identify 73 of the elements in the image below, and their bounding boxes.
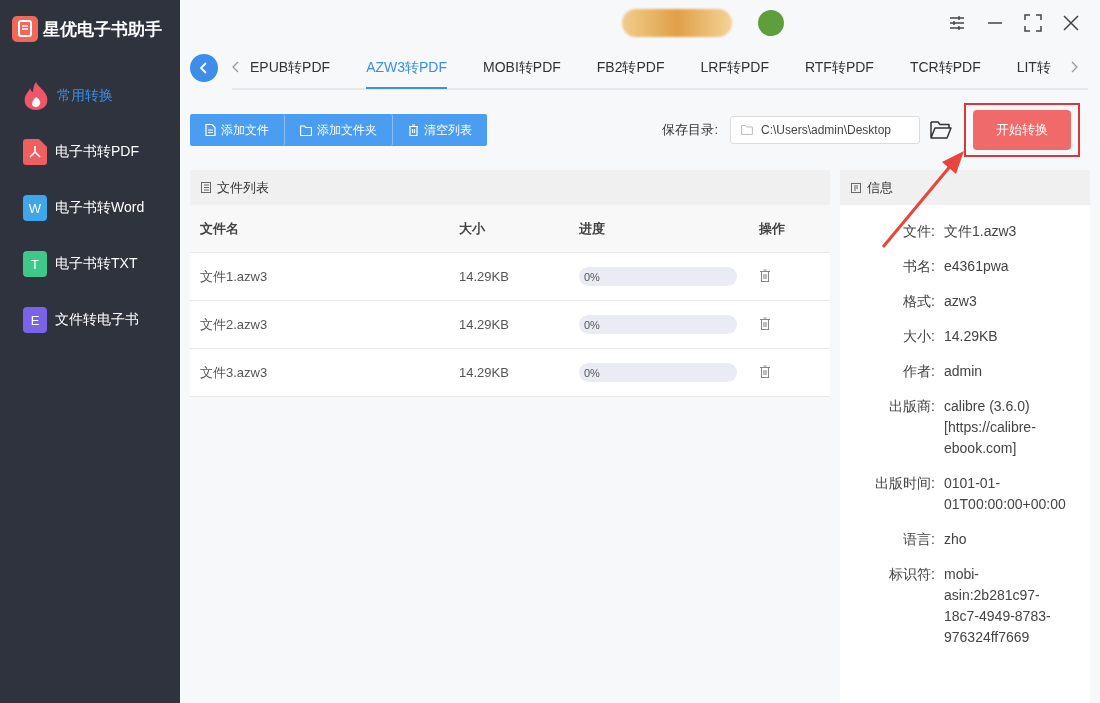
avatar-circle	[758, 10, 784, 36]
document-icon: W	[23, 195, 47, 221]
field-value: admin	[944, 362, 984, 381]
info-icon	[851, 182, 861, 193]
field-label: 语言:	[902, 530, 935, 549]
tab[interactable]: EPUB转PDF	[250, 47, 331, 87]
progress-bar: 0%	[579, 315, 737, 334]
delete-icon[interactable]	[759, 316, 771, 330]
field-label: 书名:	[902, 257, 935, 276]
table-cell-text: 文件3.azw3	[200, 363, 269, 382]
document-icon: E	[23, 307, 47, 333]
tab[interactable]: MOBI转PDF	[483, 47, 561, 87]
progress-bar: 0%	[579, 267, 737, 286]
delete-icon[interactable]	[759, 364, 771, 378]
table-cell-text: 14.29KB	[459, 317, 510, 332]
tab[interactable]: LIT转	[1016, 47, 1051, 87]
field-value: 文件1.azw3	[944, 222, 1018, 241]
field-value: e4361pwa	[944, 257, 1010, 276]
field-label: 作者:	[902, 362, 935, 381]
field-value: 0101-01-01T00:00:00+00:00	[944, 474, 1067, 514]
close-icon[interactable]	[1062, 14, 1080, 32]
table-cell-text: 文件2.azw3	[200, 315, 269, 334]
chevron-left-icon[interactable]	[232, 61, 240, 73]
sidebar-item[interactable]: 电子书转PDF	[0, 124, 180, 180]
panel-title: 信息	[867, 178, 893, 197]
table-cell-text: 文件1.azw3	[200, 267, 269, 286]
field-label: 格式:	[902, 292, 935, 311]
field-value: zho	[944, 530, 968, 549]
flame-icon	[23, 81, 49, 111]
field-label: 标识符:	[888, 565, 935, 584]
book-logo-icon	[12, 16, 38, 42]
field-label: 文件:	[902, 222, 935, 241]
field-label: 出版时间:	[874, 474, 935, 493]
sidebar-item[interactable]: W 电子书转Word	[0, 180, 180, 236]
folder-icon	[741, 125, 753, 135]
app-title: 星优电子书助手	[43, 18, 162, 41]
list-icon	[201, 182, 211, 193]
document-icon: T	[23, 251, 47, 277]
tab[interactable]: FB2转PDF	[596, 47, 665, 87]
maximize-icon[interactable]	[1024, 14, 1042, 32]
sidebar-item[interactable]: E 文件转电子书	[0, 292, 180, 348]
delete-icon[interactable]	[759, 268, 771, 282]
field-value: azw3	[944, 292, 978, 311]
table-cell-text: 14.29KB	[459, 269, 510, 284]
folder-icon	[300, 124, 312, 136]
table-cell-text: 14.29KB	[459, 365, 510, 380]
field-value: 14.29KB	[944, 327, 999, 346]
file-icon	[205, 124, 216, 136]
sidebar-item[interactable]: 常用转换	[0, 68, 180, 124]
tab[interactable]: LRF转PDF	[700, 47, 769, 87]
field-value: mobi-asin:2b281c97-18c7-4949-8783-976324ff7669	[944, 565, 1052, 647]
trash-icon	[408, 124, 419, 136]
back-button[interactable]	[190, 54, 218, 82]
save-path-text: C:\Users\admin\Desktop	[761, 123, 892, 137]
save-path-field[interactable]: C:\Users\admin\Desktop	[730, 116, 920, 144]
column-header: 大小	[459, 219, 486, 238]
column-header: 操作	[759, 219, 786, 238]
settings-icon[interactable]	[948, 14, 966, 32]
folder-icon[interactable]	[930, 121, 952, 139]
chevron-right-icon[interactable]	[1070, 61, 1078, 73]
pdf-icon	[23, 139, 47, 165]
column-header: 文件名	[200, 219, 240, 238]
tab[interactable]: RTF转PDF	[804, 47, 874, 87]
field-label: 大小:	[902, 327, 935, 346]
panel-title: 文件列表	[217, 178, 269, 197]
column-header: 进度	[579, 219, 606, 238]
chevron-left-icon	[199, 62, 209, 74]
field-label: 出版商:	[888, 397, 935, 416]
field-value: calibre (3.6.0) [https://calibre-ebook.com]	[944, 397, 1037, 458]
save-directory-label: 保存目录:	[662, 121, 718, 139]
sidebar-item[interactable]: T 电子书转TXT	[0, 236, 180, 292]
tab[interactable]: TCR转PDF	[909, 47, 981, 87]
progress-bar: 0%	[579, 363, 737, 382]
